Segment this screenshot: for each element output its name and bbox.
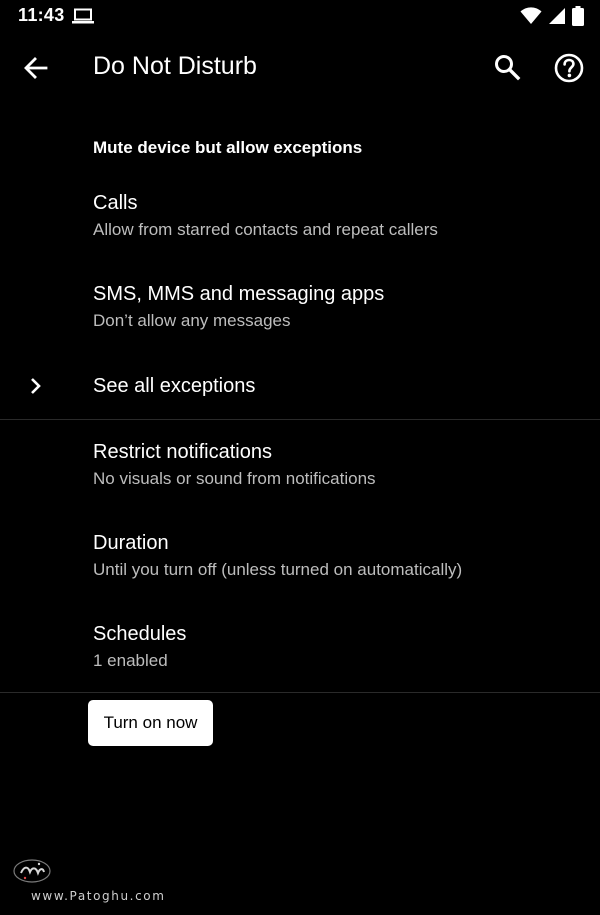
section-divider	[0, 419, 600, 420]
duration-setting[interactable]: Duration Until you turn off (unless turn…	[0, 522, 600, 602]
turn-on-now-button[interactable]: Turn on now	[88, 700, 213, 746]
schedules-title: Schedules	[93, 623, 187, 645]
messages-setting[interactable]: SMS, MMS and messaging apps Don’t allow …	[0, 273, 600, 353]
do-not-disturb-screen: 11:43 Do Not Disturb Mute device but all…	[0, 0, 600, 915]
watermark-logo-icon	[13, 859, 51, 883]
page-title: Do Not Disturb	[93, 52, 257, 80]
schedules-subtitle: 1 enabled	[93, 651, 168, 670]
messages-subtitle: Don’t allow any messages	[93, 311, 291, 330]
button-divider	[0, 692, 600, 693]
signal-icon	[549, 8, 565, 24]
restrict-notifications-title: Restrict notifications	[93, 441, 272, 463]
section-heading: Mute device but allow exceptions	[93, 138, 363, 157]
app-bar: Do Not Disturb	[0, 34, 600, 102]
help-icon[interactable]	[553, 52, 585, 84]
calls-subtitle: Allow from starred contacts and repeat c…	[93, 220, 438, 239]
battery-icon	[572, 6, 584, 26]
back-arrow-icon[interactable]	[22, 54, 50, 82]
laptop-icon	[72, 8, 94, 24]
see-all-exceptions-label: See all exceptions	[93, 375, 256, 397]
duration-subtitle: Until you turn off (unless turned on aut…	[93, 560, 463, 579]
status-icons	[520, 5, 584, 27]
chevron-right-icon	[31, 378, 41, 394]
restrict-notifications-subtitle: No visuals or sound from notifications	[93, 469, 376, 488]
messages-title: SMS, MMS and messaging apps	[93, 283, 385, 305]
calls-title: Calls	[93, 192, 138, 214]
see-all-exceptions[interactable]: See all exceptions	[0, 360, 600, 418]
status-time: 11:43	[18, 5, 65, 25]
schedules-setting[interactable]: Schedules 1 enabled	[0, 613, 600, 691]
calls-setting[interactable]: Calls Allow from starred contacts and re…	[0, 182, 600, 262]
watermark-url: www.Patoghu.com	[31, 889, 166, 903]
duration-title: Duration	[93, 532, 169, 554]
search-icon[interactable]	[492, 52, 522, 82]
status-bar: 11:43	[0, 0, 600, 34]
restrict-notifications-setting[interactable]: Restrict notifications No visuals or sou…	[0, 431, 600, 511]
wifi-icon	[520, 7, 542, 24]
